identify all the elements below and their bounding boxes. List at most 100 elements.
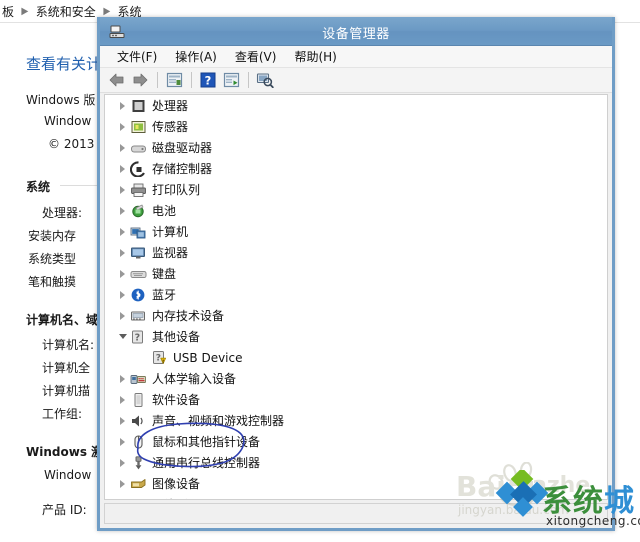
chevron-right-icon[interactable] [115,284,130,305]
chevron-right-icon[interactable] [115,137,130,158]
chevron-right-icon[interactable] [115,158,130,179]
menu-action[interactable]: 操作(A) [166,46,226,67]
battery-icon [130,203,147,219]
chevron-right-icon[interactable] [115,431,130,452]
tree-item-imaging-device[interactable]: 图像设备 [105,473,607,494]
chevron-right-icon[interactable] [115,368,130,389]
chevron-right-icon[interactable] [115,410,130,431]
software-device-icon [130,392,147,408]
tree-item-label: 声音、视频和游戏控制器 [152,414,285,428]
activation-item-product-id: 产品 ID: [42,503,87,517]
device-manager-window[interactable]: 设备管理器 文件(F) 操作(A) 查看(V) 帮助(H) ? 处理器 传感器 … [97,17,615,531]
help-icon[interactable]: ? [197,70,219,91]
tree-item-label: USB Device [173,350,243,365]
chevron-right-icon[interactable] [115,389,130,410]
tree-item-network-adapter[interactable]: 网络适配器 [105,494,607,499]
breadcrumb-item-0[interactable]: 板 [0,3,16,20]
section-system-heading: 系统 [26,180,51,194]
hid-icon [130,371,147,387]
chevron-right-icon[interactable] [115,116,130,137]
tree-item-usb-controller[interactable]: 通用串行总线控制器 [105,452,607,473]
tree-item-computer[interactable]: 计算机 [105,221,607,242]
tree-item-label: 处理器 [152,99,189,113]
chevron-right-icon[interactable] [115,242,130,263]
network-adapter-icon [130,497,147,499]
chevron-right-icon[interactable] [115,494,130,499]
toolbar[interactable]: ? [100,68,612,93]
tree-item-sensor[interactable]: 传感器 [105,116,607,137]
tree-item-label: 计算机 [152,225,189,239]
chevron-right-icon[interactable] [115,179,130,200]
tree-item-label: 监视器 [152,246,189,260]
tree-item-label: 电池 [152,204,177,218]
computer-item-description: 计算机描 [42,384,91,398]
svg-text:?: ? [135,332,141,343]
windows-edition-label: Windows 版 [26,93,96,107]
copyright-line: © 2013 [48,137,95,151]
other-devices-icon: ? [130,329,147,345]
disk-drive-icon [130,140,147,156]
chevron-right-icon[interactable] [115,452,130,473]
forward-icon[interactable] [129,70,151,91]
tree-item-label: 图像设备 [152,477,201,491]
breadcrumb-item-1[interactable]: 系统和安全 [34,3,98,20]
storage-controller-icon [129,160,147,177]
sound-video-game-icon [130,413,147,429]
imaging-device-icon [130,476,147,492]
section-activation-heading: Windows 激 [26,445,104,459]
system-item-type: 系统类型 [28,252,77,266]
system-item-processor: 处理器: [42,206,83,220]
window-title: 设备管理器 [322,27,390,42]
menu-file[interactable]: 文件(F) [108,46,166,67]
tree-item-monitor[interactable]: 监视器 [105,242,607,263]
menu-help[interactable]: 帮助(H) [285,46,345,67]
update-driver-icon[interactable] [220,70,242,91]
back-icon[interactable] [106,70,128,91]
svg-text:?: ? [156,353,161,363]
chevron-right-icon[interactable] [115,305,130,326]
windows-edition-value: Window [44,114,92,128]
tree-item-software-device[interactable]: 软件设备 [105,389,607,410]
toolbar-separator [157,72,158,88]
tree-item-sound-video-game[interactable]: 声音、视频和游戏控制器 [105,410,607,431]
svg-text:?: ? [205,73,212,87]
tree-item-disk-drive[interactable]: 磁盘驱动器 [105,137,607,158]
toolbar-separator [191,72,192,88]
breadcrumb-separator-icon: ▶ [103,5,111,17]
activation-item-status: Window [44,468,92,482]
tree-item-label: 软件设备 [152,393,201,407]
tree-item-battery[interactable]: 电池 [105,200,607,221]
tree-item-memory-technology[interactable]: 内存技术设备 [105,305,607,326]
chevron-right-icon[interactable] [115,221,130,242]
tree-item-label: 蓝牙 [152,288,177,302]
tree-item-label: 传感器 [152,120,189,134]
chevron-down-icon[interactable] [115,326,130,347]
tree-item-label: 磁盘驱动器 [152,141,213,155]
tree-item-print-queue[interactable]: 打印队列 [105,179,607,200]
tree-item-bluetooth[interactable]: 蓝牙 [105,284,607,305]
scan-hardware-changes-icon[interactable] [254,70,276,91]
system-item-pen-touch: 笔和触摸 [28,275,77,289]
tree-item-other-devices[interactable]: ? 其他设备 [105,326,607,347]
tree-item-mouse[interactable]: 鼠标和其他指针设备 [105,431,607,452]
tree-item-processor[interactable]: 处理器 [105,95,607,116]
computer-icon [130,224,147,240]
print-queue-icon [130,182,147,198]
device-tree[interactable]: 处理器传感器磁盘驱动器存储控制器 打印队列电池计算机监视器键盘蓝牙内存技术设备 ? 其… [104,94,608,500]
menu-bar[interactable]: 文件(F) 操作(A) 查看(V) 帮助(H) [100,46,612,68]
tree-item-storage-controller[interactable]: 存储控制器 [105,158,607,179]
chevron-right-icon[interactable] [115,473,130,494]
tree-item-usb-device-warning[interactable]: ? USB Device [105,347,607,368]
computer-item-fullname: 计算机全 [42,361,91,375]
chevron-right-icon[interactable] [115,200,130,221]
tree-item-keyboard[interactable]: 键盘 [105,263,607,284]
chevron-right-icon[interactable] [115,95,130,116]
tree-item-hid[interactable]: 人体学输入设备 [105,368,607,389]
menu-view[interactable]: 查看(V) [226,46,286,67]
properties-icon[interactable] [163,70,185,91]
chevron-right-icon[interactable] [115,263,130,284]
tree-item-label: 内存技术设备 [152,309,225,323]
memory-technology-icon [130,308,147,324]
usb-device-warning-icon: ? [151,350,168,366]
title-bar[interactable]: 设备管理器 [100,17,612,46]
